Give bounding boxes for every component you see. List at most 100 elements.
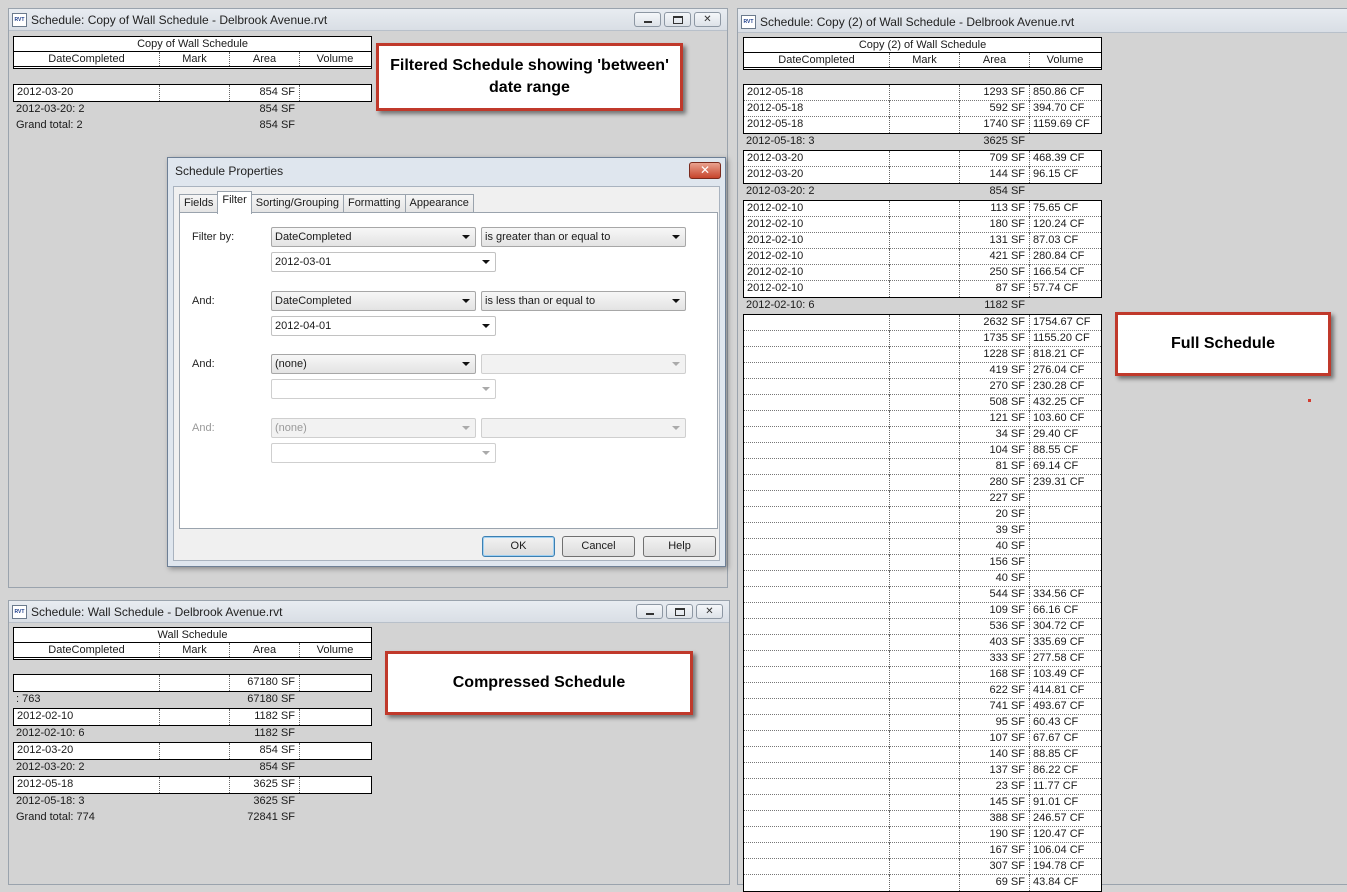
cell-area: 1182 SF — [984, 299, 1025, 311]
column-header-mark[interactable]: Mark — [160, 52, 230, 66]
filter-3-field-select[interactable]: (none) — [271, 354, 476, 374]
filter-1-field-select[interactable]: DateCompleted — [271, 227, 476, 247]
column-header-datecompleted[interactable]: DateCompleted — [744, 53, 890, 67]
cell-datecompleted — [744, 491, 890, 507]
table-row[interactable]: 107 SF 67.67 CF — [744, 731, 1101, 747]
close-button[interactable]: ✕ — [694, 12, 721, 27]
filter-2-operator-select[interactable]: is less than or equal to — [481, 291, 686, 311]
ok-button[interactable]: OK — [482, 536, 555, 557]
column-header-mark[interactable]: Mark — [160, 643, 230, 657]
column-header-volume[interactable]: Volume — [300, 52, 370, 66]
cell-volume: 57.74 CF — [1033, 282, 1079, 294]
filter-2-value-input[interactable]: 2012-04-01 — [271, 316, 496, 336]
table-row[interactable]: 40 SF — [744, 571, 1101, 587]
column-header-volume[interactable]: Volume — [300, 643, 370, 657]
table-row[interactable]: 20 SF — [744, 507, 1101, 523]
window-titlebar[interactable]: RVT Schedule: Copy (2) of Wall Schedule … — [738, 9, 1347, 33]
table-row[interactable]: 190 SF 120.47 CF — [744, 827, 1101, 843]
cell-volume — [300, 85, 370, 101]
tab-fields[interactable]: Fields — [179, 194, 219, 213]
cell-mark — [890, 699, 960, 715]
table-row[interactable]: 227 SF — [744, 491, 1101, 507]
table-row[interactable]: 39 SF — [744, 523, 1101, 539]
table-row[interactable]: 741 SF 493.67 CF — [744, 699, 1101, 715]
table-row[interactable]: 1735 SF 1155.20 CF — [744, 331, 1101, 347]
column-header-mark[interactable]: Mark — [890, 53, 960, 67]
window-titlebar[interactable]: RVT Schedule: Wall Schedule - Delbrook A… — [9, 601, 729, 623]
summary-row: 2012-05-18: 3 3625 SF — [13, 794, 372, 810]
table-row[interactable]: 270 SF 230.28 CF — [744, 379, 1101, 395]
table-row[interactable]: 2012-02-10 113 SF 75.65 CF — [744, 201, 1101, 217]
column-header-datecompleted[interactable]: DateCompleted — [14, 643, 160, 657]
table-row[interactable]: 2012-02-10 87 SF 57.74 CF — [744, 281, 1101, 297]
tab-appearance[interactable]: Appearance — [404, 194, 474, 213]
table-row[interactable]: 508 SF 432.25 CF — [744, 395, 1101, 411]
table-row[interactable]: 104 SF 88.55 CF — [744, 443, 1101, 459]
table-row[interactable]: 2012-02-10 250 SF 166.54 CF — [744, 265, 1101, 281]
table-row[interactable]: 168 SF 103.49 CF — [744, 667, 1101, 683]
table-row[interactable]: 2012-02-10 1182 SF — [14, 709, 371, 725]
table-row[interactable]: 2632 SF 1754.67 CF — [744, 315, 1101, 331]
table-row[interactable]: 69 SF 43.84 CF — [744, 875, 1101, 891]
table-row[interactable]: 2012-02-10 180 SF 120.24 CF — [744, 217, 1101, 233]
table-row[interactable]: 2012-03-20 854 SF — [14, 85, 371, 101]
table-row[interactable]: 388 SF 246.57 CF — [744, 811, 1101, 827]
table-row[interactable]: 2012-03-20 854 SF — [14, 743, 371, 759]
window-titlebar[interactable]: RVT Schedule: Copy of Wall Schedule - De… — [9, 9, 727, 31]
table-row[interactable]: 2012-05-18 3625 SF — [14, 777, 371, 793]
minimize-button[interactable] — [634, 12, 661, 27]
table-row[interactable]: 67180 SF — [14, 675, 371, 691]
table-row[interactable]: 95 SF 60.43 CF — [744, 715, 1101, 731]
tab-sorting-grouping[interactable]: Sorting/Grouping — [250, 194, 344, 213]
maximize-button[interactable] — [666, 604, 693, 619]
table-row[interactable]: 40 SF — [744, 539, 1101, 555]
help-button[interactable]: Help — [643, 536, 716, 557]
table-row[interactable]: 23 SF 11.77 CF — [744, 779, 1101, 795]
close-button[interactable]: ✕ — [696, 604, 723, 619]
table-row[interactable]: 2012-03-20 144 SF 96.15 CF — [744, 167, 1101, 183]
table-row[interactable]: 1228 SF 818.21 CF — [744, 347, 1101, 363]
cancel-button[interactable]: Cancel — [562, 536, 635, 557]
table-row[interactable]: 622 SF 414.81 CF — [744, 683, 1101, 699]
table-row[interactable]: 140 SF 88.85 CF — [744, 747, 1101, 763]
cell-datecompleted: 2012-05-18 — [744, 85, 890, 101]
column-header-area[interactable]: Area — [230, 643, 300, 657]
maximize-button[interactable] — [664, 12, 691, 27]
dialog-close-button[interactable]: ✕ — [689, 162, 721, 179]
cell-volume: 120.47 CF — [1033, 828, 1085, 840]
table-row[interactable]: 2012-03-20 709 SF 468.39 CF — [744, 151, 1101, 167]
table-row[interactable]: 81 SF 69.14 CF — [744, 459, 1101, 475]
tab-filter[interactable]: Filter — [217, 191, 252, 214]
cell-volume — [1030, 571, 1100, 587]
table-row[interactable]: 137 SF 86.22 CF — [744, 763, 1101, 779]
table-row[interactable]: 544 SF 334.56 CF — [744, 587, 1101, 603]
filter-1-value-input[interactable]: 2012-03-01 — [271, 252, 496, 272]
column-header-volume[interactable]: Volume — [1030, 53, 1100, 67]
table-row[interactable]: 2012-05-18 1293 SF 850.86 CF — [744, 85, 1101, 101]
table-row[interactable]: 167 SF 106.04 CF — [744, 843, 1101, 859]
table-row[interactable]: 34 SF 29.40 CF — [744, 427, 1101, 443]
column-header-datecompleted[interactable]: DateCompleted — [14, 52, 160, 66]
table-row[interactable]: 145 SF 91.01 CF — [744, 795, 1101, 811]
table-row[interactable]: 2012-05-18 592 SF 394.70 CF — [744, 101, 1101, 117]
minimize-button[interactable] — [636, 604, 663, 619]
filter-1-operator-select[interactable]: is greater than or equal to — [481, 227, 686, 247]
table-row[interactable]: 121 SF 103.60 CF — [744, 411, 1101, 427]
table-row[interactable]: 280 SF 239.31 CF — [744, 475, 1101, 491]
cell-mark — [890, 763, 960, 779]
schedule-rows: 2012-03-20 854 SF 2012-03-20: 2 854 SF Grand… — [13, 84, 372, 134]
table-row[interactable]: 2012-05-18 1740 SF 1159.69 CF — [744, 117, 1101, 133]
table-row[interactable]: 156 SF — [744, 555, 1101, 571]
table-row[interactable]: 109 SF 66.16 CF — [744, 603, 1101, 619]
table-row[interactable]: 333 SF 277.58 CF — [744, 651, 1101, 667]
table-row[interactable]: 2012-02-10 421 SF 280.84 CF — [744, 249, 1101, 265]
table-row[interactable]: 419 SF 276.04 CF — [744, 363, 1101, 379]
table-row[interactable]: 307 SF 194.78 CF — [744, 859, 1101, 875]
table-row[interactable]: 536 SF 304.72 CF — [744, 619, 1101, 635]
filter-2-field-select[interactable]: DateCompleted — [271, 291, 476, 311]
table-row[interactable]: 2012-02-10 131 SF 87.03 CF — [744, 233, 1101, 249]
tab-formatting[interactable]: Formatting — [342, 194, 406, 213]
table-row[interactable]: 403 SF 335.69 CF — [744, 635, 1101, 651]
column-header-area[interactable]: Area — [960, 53, 1030, 67]
column-header-area[interactable]: Area — [230, 52, 300, 66]
